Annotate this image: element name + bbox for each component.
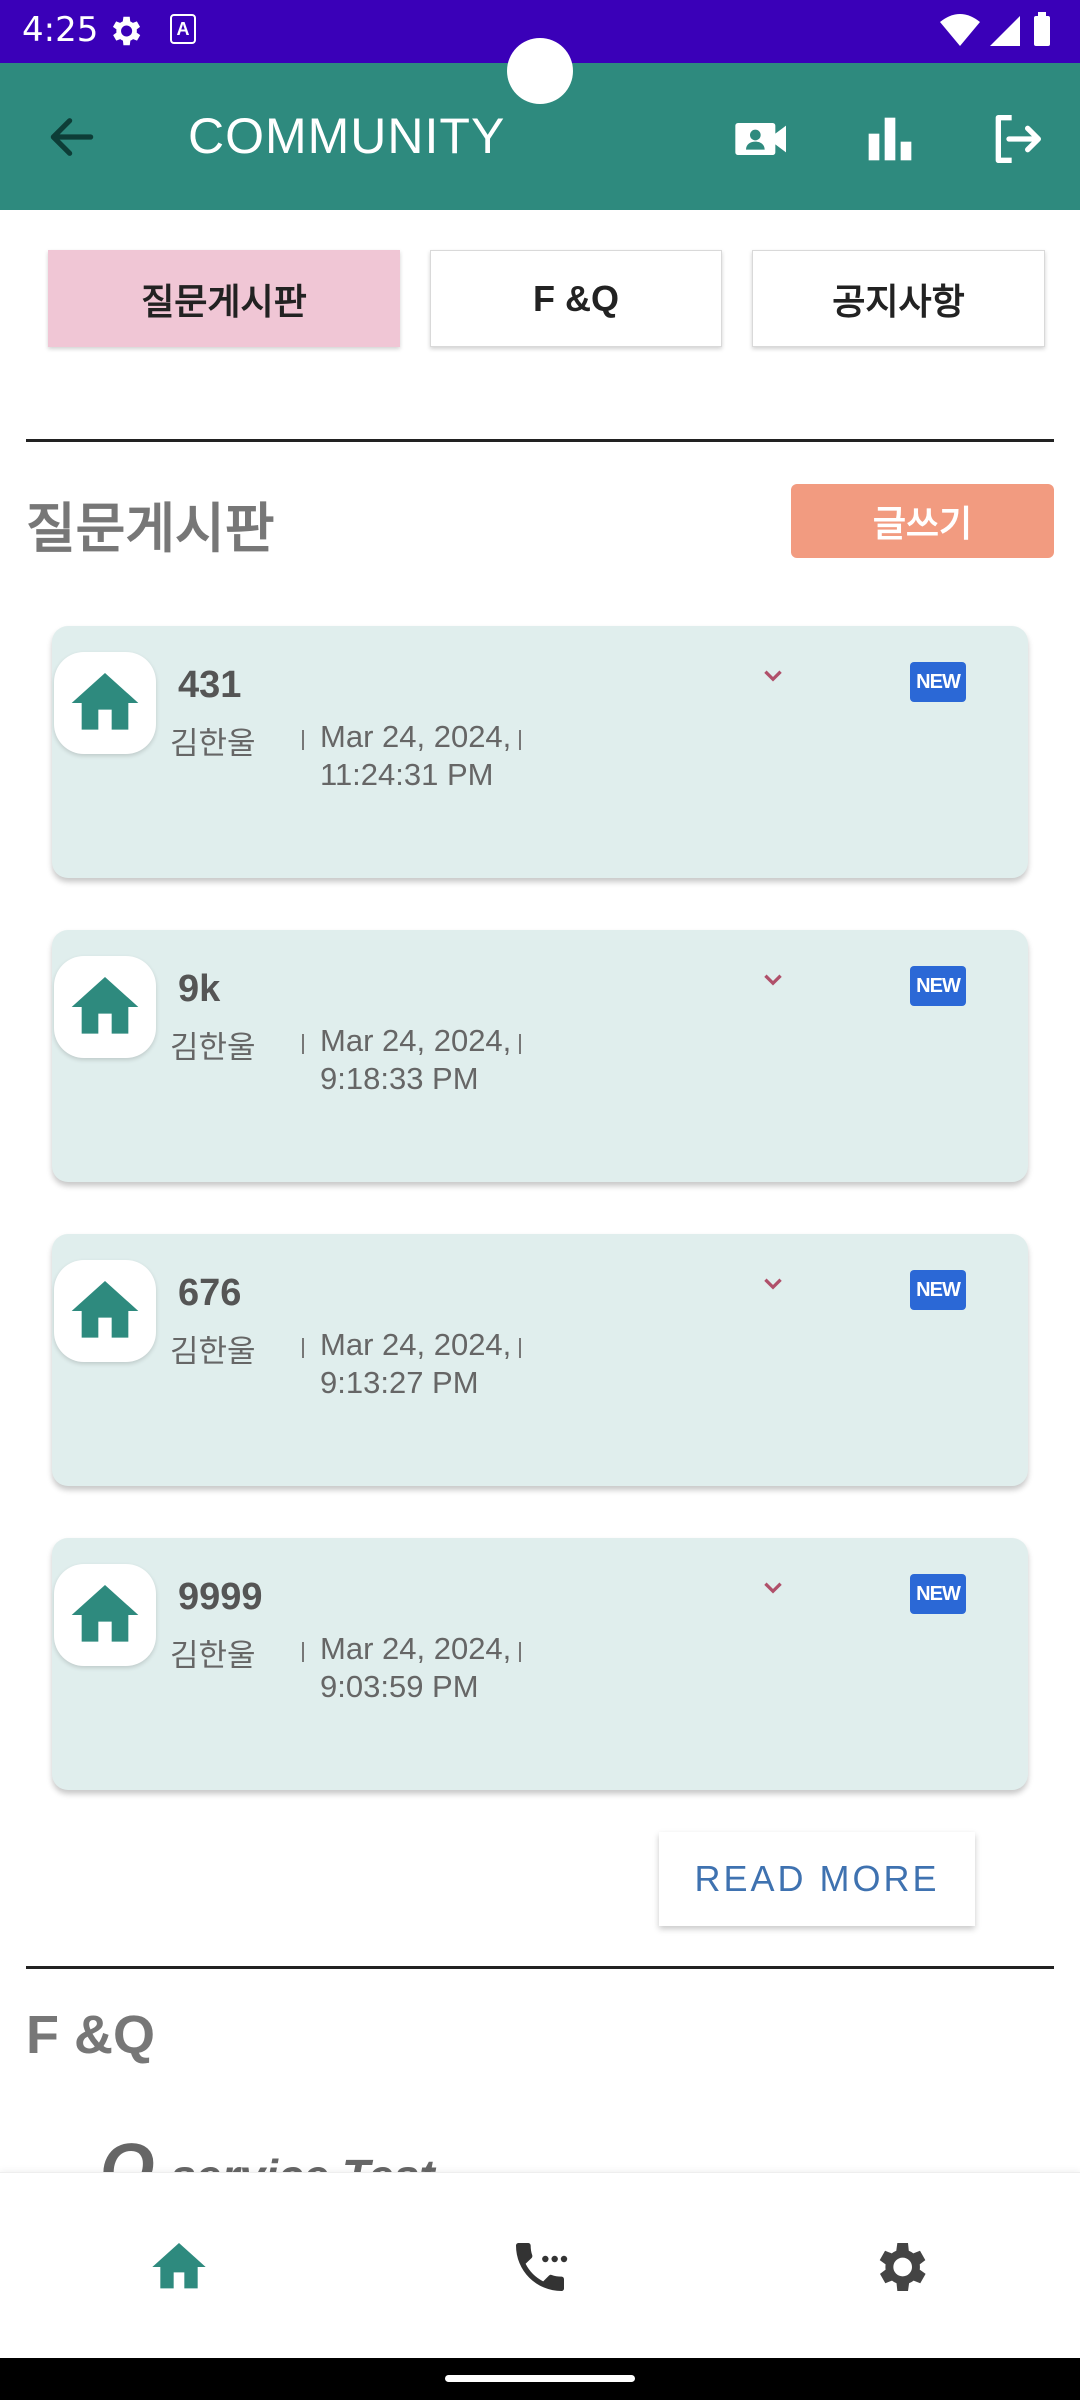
status-time: 4:25 bbox=[22, 10, 99, 50]
new-badge-icon: NEW bbox=[910, 1574, 966, 1614]
post-avatar bbox=[54, 956, 156, 1058]
section-divider bbox=[26, 1966, 1054, 1969]
home-icon bbox=[71, 977, 139, 1034]
post-date: Mar 24, 2024, 9:18:33 PM bbox=[320, 1023, 512, 1096]
post-card[interactable]: 431 김한울 Mar 24, 2024, 11:24:31 PM NEW bbox=[52, 626, 1028, 878]
new-badge-icon: NEW bbox=[910, 1270, 966, 1310]
system-status-icons bbox=[940, 12, 1050, 46]
meta-separator bbox=[519, 1034, 521, 1054]
meta-separator bbox=[519, 730, 521, 750]
post-date: Mar 24, 2024, 9:03:59 PM bbox=[320, 1631, 512, 1704]
bottom-navigation bbox=[0, 2172, 1080, 2359]
camera-cutout bbox=[507, 38, 573, 104]
write-post-button[interactable]: 글쓰기 bbox=[791, 484, 1054, 558]
tab-faq[interactable]: F &Q bbox=[430, 250, 722, 347]
meta-separator bbox=[519, 1338, 521, 1358]
post-title: 9999 bbox=[178, 1576, 263, 1618]
board-section-title: 질문게시판 bbox=[26, 499, 275, 559]
new-badge-icon: NEW bbox=[910, 662, 966, 702]
video-camera-icon[interactable] bbox=[730, 107, 794, 171]
post-author: 김한울 bbox=[170, 726, 256, 761]
accessibility-notification-icon: A bbox=[170, 14, 196, 44]
new-badge-icon: NEW bbox=[910, 966, 966, 1006]
post-card[interactable]: 9k 김한울 Mar 24, 2024, 9:18:33 PM NEW bbox=[52, 930, 1028, 1182]
chevron-down-icon[interactable] bbox=[760, 1274, 786, 1294]
app-bar-title: COMMUNITY bbox=[188, 108, 506, 164]
tab-question-board[interactable]: 질문게시판 bbox=[48, 250, 400, 347]
home-icon bbox=[71, 1281, 139, 1338]
post-date: Mar 24, 2024, 11:24:31 PM bbox=[320, 719, 512, 792]
section-divider bbox=[26, 439, 1054, 442]
faq-section-title: F &Q bbox=[26, 2005, 155, 2065]
arrow-left-icon[interactable] bbox=[44, 109, 100, 165]
post-title: 431 bbox=[178, 664, 242, 706]
post-author: 김한울 bbox=[170, 1030, 256, 1065]
meta-separator bbox=[519, 1642, 521, 1662]
meta-separator bbox=[302, 1338, 304, 1358]
post-author: 김한울 bbox=[170, 1334, 256, 1369]
chevron-down-icon[interactable] bbox=[760, 1578, 786, 1598]
meta-separator bbox=[302, 730, 304, 750]
post-avatar bbox=[54, 1564, 156, 1666]
gear-icon[interactable] bbox=[868, 2235, 932, 2299]
phone-icon[interactable] bbox=[508, 2235, 572, 2299]
chevron-down-icon[interactable] bbox=[760, 970, 786, 990]
post-title: 676 bbox=[178, 1272, 242, 1314]
bar-chart-icon[interactable] bbox=[858, 107, 922, 171]
post-card[interactable]: 676 김한울 Mar 24, 2024, 9:13:27 PM NEW bbox=[52, 1234, 1028, 1486]
meta-separator bbox=[302, 1642, 304, 1662]
home-icon[interactable] bbox=[147, 2235, 211, 2299]
post-author: 김한울 bbox=[170, 1638, 256, 1673]
settings-notification-icon bbox=[112, 16, 141, 46]
post-avatar bbox=[54, 1260, 156, 1362]
read-more-button[interactable]: READ MORE bbox=[659, 1832, 975, 1926]
home-gesture-handle[interactable] bbox=[445, 2375, 635, 2382]
meta-separator bbox=[302, 1034, 304, 1054]
home-icon bbox=[71, 673, 139, 730]
logout-icon[interactable] bbox=[985, 107, 1049, 171]
post-avatar bbox=[54, 652, 156, 754]
gesture-bar bbox=[0, 2358, 1080, 2400]
chevron-down-icon[interactable] bbox=[760, 666, 786, 686]
post-card[interactable]: 9999 김한울 Mar 24, 2024, 9:03:59 PM NEW bbox=[52, 1538, 1028, 1790]
home-icon bbox=[71, 1585, 139, 1642]
post-date: Mar 24, 2024, 9:13:27 PM bbox=[320, 1327, 512, 1400]
post-title: 9k bbox=[178, 968, 221, 1010]
tab-notice[interactable]: 공지사항 bbox=[752, 250, 1045, 347]
